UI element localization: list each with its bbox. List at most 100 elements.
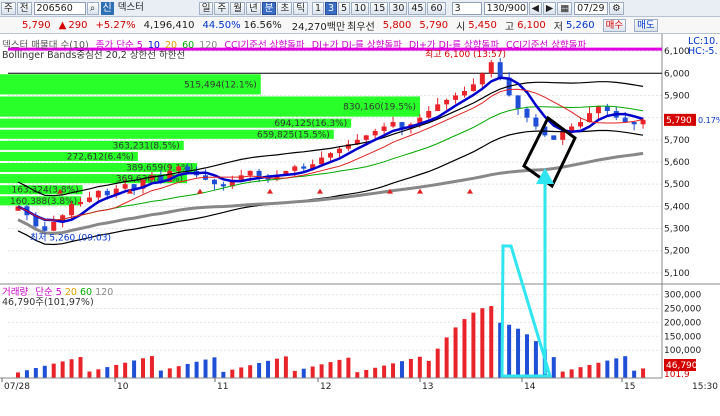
candle-body <box>176 166 182 171</box>
volume-bar <box>623 356 628 378</box>
volume-bar <box>632 370 637 378</box>
volume-bar <box>194 361 199 378</box>
candle-body <box>363 135 369 140</box>
count-select[interactable]: 3 <box>451 1 482 15</box>
ratio-pct: 16.56% <box>243 19 282 31</box>
stock-code-input[interactable]: 206560 <box>33 1 86 15</box>
volume-bar <box>507 324 512 378</box>
volume-bar <box>310 366 315 378</box>
minute-button-6[interactable]: 45 <box>408 1 427 15</box>
minute-button-7[interactable]: 60 <box>427 1 446 15</box>
trade-amount: 24,270백만 <box>291 21 346 33</box>
date-field[interactable]: 07/29 <box>574 1 609 15</box>
y-tick-label: 5,400 <box>664 202 690 212</box>
pref-label: 최우선 <box>347 21 375 33</box>
settings-icon[interactable]: ⚙ <box>609 1 624 15</box>
volume-bar <box>355 372 360 378</box>
range-field[interactable]: 130/900 <box>483 1 528 15</box>
period-button-0[interactable]: 일 <box>198 1 214 15</box>
y-tick-label: 6,000 <box>664 69 690 79</box>
volume-bar <box>141 358 146 378</box>
candle-body <box>220 184 226 187</box>
y-tick-label: 5,900 <box>664 91 690 101</box>
candle-body <box>319 157 325 165</box>
candle-body <box>426 110 432 118</box>
volume-bar <box>596 362 601 378</box>
volume-bar <box>149 356 154 378</box>
volume-legend-value: 46,790주(101,97%) <box>2 297 94 308</box>
menu-button[interactable]: 주 <box>1 1 16 15</box>
low-label: 저 <box>553 21 563 33</box>
volume-bar <box>96 369 101 378</box>
volume-tick-label: 200,000 <box>664 318 701 328</box>
minute-button-3[interactable]: 10 <box>351 1 370 15</box>
signal-legend-4: CCI기준선 상향돌파 <box>505 40 587 51</box>
minute-button-4[interactable]: 15 <box>370 1 389 15</box>
volume-bar <box>230 369 235 378</box>
minute-button-2[interactable]: 5 <box>338 1 351 15</box>
minute-button-5[interactable]: 30 <box>389 1 408 15</box>
volume-bar <box>42 365 47 378</box>
volume-bar <box>587 364 592 378</box>
volume-legend-ma120: 120 <box>95 287 114 298</box>
sell-button[interactable]: 매도 <box>634 18 658 32</box>
prev-button[interactable]: 전 <box>16 1 32 15</box>
volume-bar <box>435 348 440 378</box>
period-button-1[interactable]: 주 <box>214 1 230 15</box>
volume-value: 4,196,410 <box>143 19 195 31</box>
current-price: 5,790 <box>22 19 51 31</box>
volume-bar <box>24 370 29 378</box>
calendar-icon[interactable]: ▦ <box>557 1 573 15</box>
candle-body <box>470 84 476 92</box>
period-button-4[interactable]: 분 <box>261 1 277 15</box>
volume-bar <box>426 360 431 378</box>
x-tick-label: 13 <box>422 382 433 392</box>
period-button-6[interactable]: 틱 <box>293 1 308 15</box>
candle-body <box>122 184 128 189</box>
y-tick-label: 5,700 <box>664 136 690 146</box>
volume-bar <box>346 357 351 378</box>
change-arrow-icon: ▲ <box>58 19 67 31</box>
search-icon[interactable]: ⌕ <box>86 1 99 15</box>
y-tick-label: 6,100 <box>664 47 690 57</box>
next-range-icon[interactable]: ▶ <box>542 1 557 15</box>
chart-window: 주 전 206560 ⌕ 신 덱스터 일주월년분초틱 1 3 5 10 15 30 45 60… <box>0 0 720 416</box>
price-chart[interactable]: 6,1006,0005,9005,8005,7005,6005,5005,400… <box>0 34 720 416</box>
volume-bar <box>266 360 271 378</box>
y-tick-label: 5,500 <box>664 180 690 190</box>
candle-body <box>524 108 530 118</box>
volume-bar <box>516 328 521 378</box>
candle-body <box>444 99 450 105</box>
volume-profile-label: 515,494(12.1%) <box>184 80 257 90</box>
candle-body <box>86 197 92 202</box>
volume-bar <box>408 358 413 378</box>
minute-button-1[interactable]: 3 <box>325 1 338 15</box>
price-change-pct: +5.27% <box>95 19 136 31</box>
volume-tick-label: 250,000 <box>664 304 701 314</box>
volume-bar <box>480 308 485 378</box>
candle-body <box>497 62 503 78</box>
volume-profile-label: 272,612(6.4%) <box>67 152 134 162</box>
volume-bar <box>114 364 119 378</box>
candle-body <box>453 95 459 100</box>
volume-bar <box>60 361 65 378</box>
buy-button[interactable]: 매수 <box>602 18 627 32</box>
volume-bar <box>641 368 646 378</box>
volume-bar <box>87 371 92 378</box>
period-button-5[interactable]: 초 <box>277 1 293 15</box>
period-button-2[interactable]: 월 <box>230 1 245 15</box>
price-change: 290 <box>68 19 88 31</box>
minute-button-0[interactable]: 1 <box>311 1 324 15</box>
x-tick-label: 10 <box>117 382 129 392</box>
x-tick-label: 15 <box>624 382 635 392</box>
volume-bar <box>292 370 297 378</box>
open-label: 시 <box>456 21 466 33</box>
candle-body <box>435 104 441 111</box>
volume-bar <box>328 362 333 378</box>
period-button-3[interactable]: 년 <box>245 1 261 15</box>
volume-bar <box>391 363 396 378</box>
volume-profile-label: 659,825(15.5%) <box>257 130 330 140</box>
volume-tick-label: 300,000 <box>664 291 701 301</box>
prev-range-icon[interactable]: ◀ <box>528 1 542 15</box>
volume-bar <box>257 363 262 378</box>
